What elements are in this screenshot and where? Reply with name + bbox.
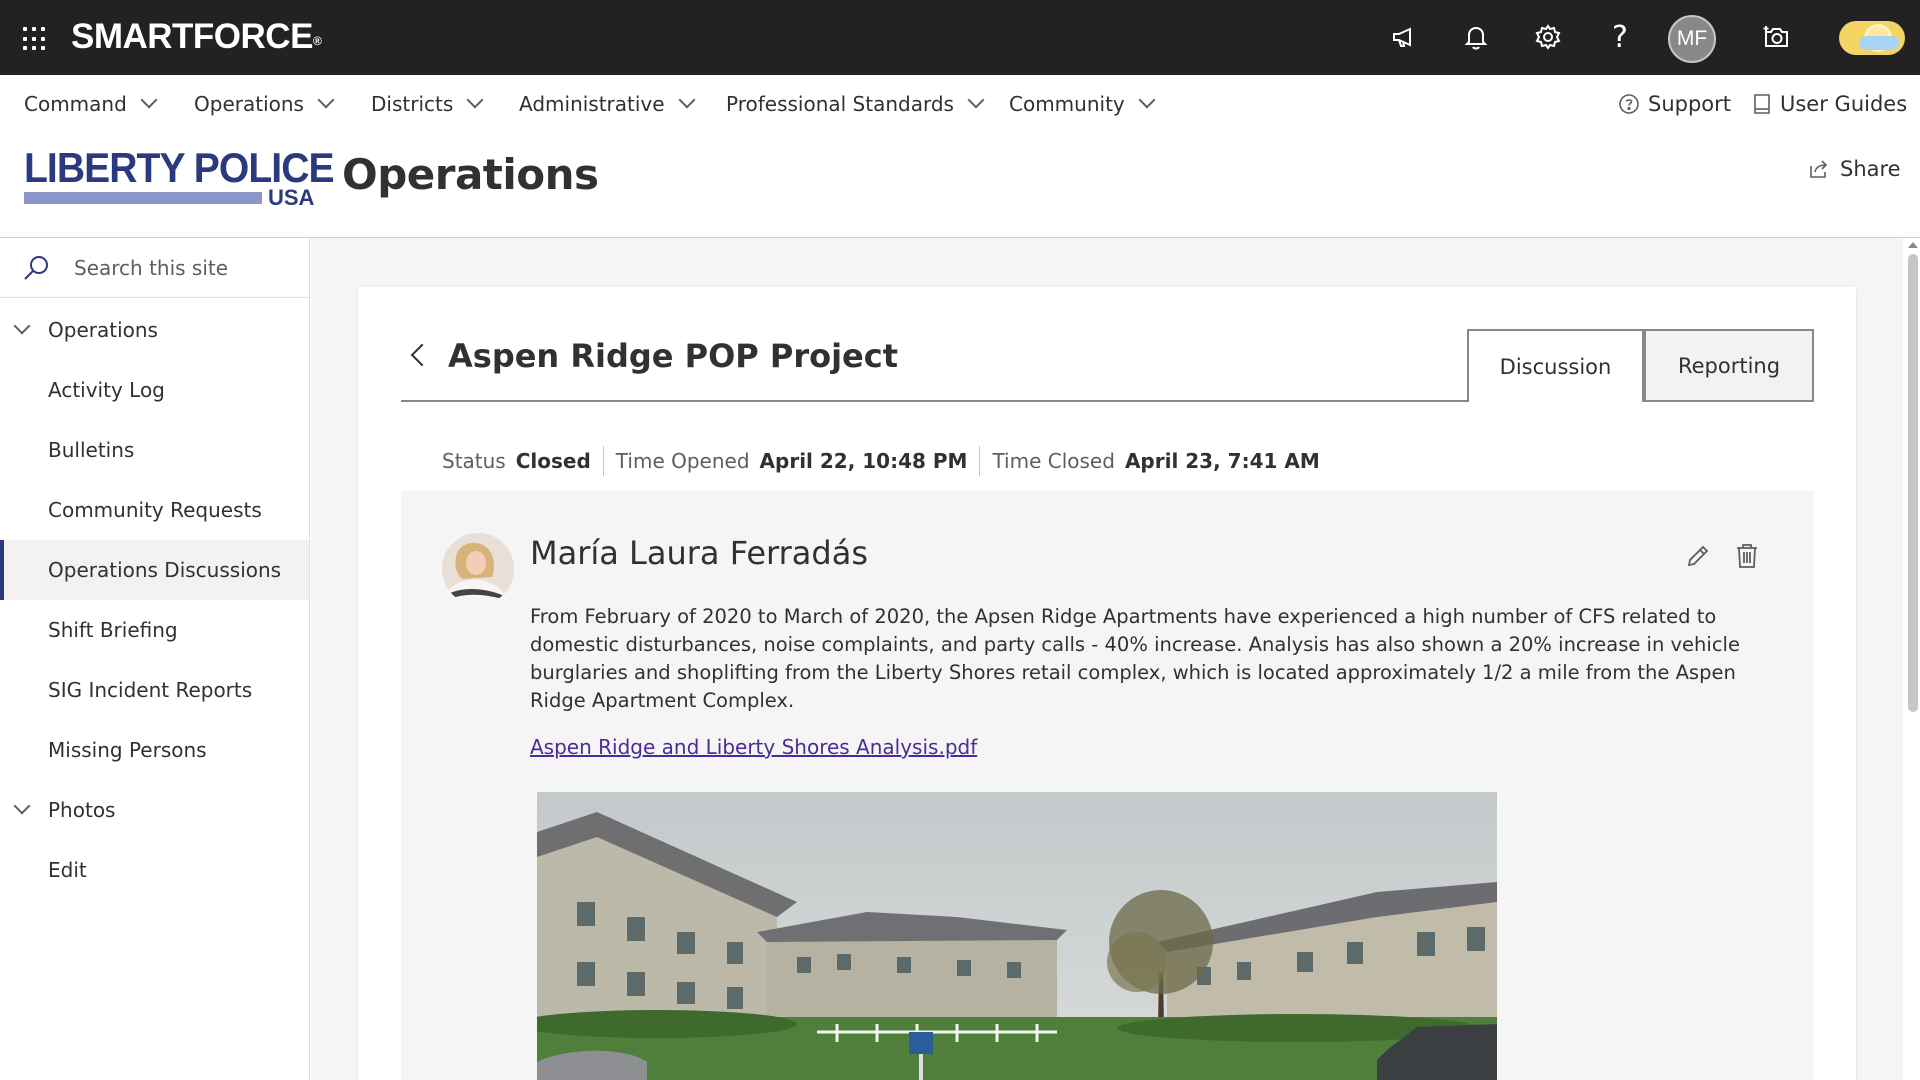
chevron-down-icon [967, 91, 985, 109]
sidebar-item-community-requests[interactable]: Community Requests [0, 480, 309, 540]
tab-discussion[interactable]: Discussion [1467, 329, 1644, 402]
sidebar-item-shift-briefing[interactable]: Shift Briefing [0, 600, 309, 660]
search-input[interactable] [74, 252, 294, 284]
chevron-down-icon[interactable] [13, 317, 31, 335]
help-glyph: ? [1612, 19, 1628, 55]
sidebar-item-label: Photos [48, 798, 116, 822]
sidebar-item-label: Edit [48, 858, 87, 882]
sidebar-item-label: Bulletins [48, 438, 135, 462]
post-image[interactable] [537, 792, 1497, 1080]
chevron-down-icon [466, 91, 484, 109]
waffle-icon[interactable] [23, 27, 47, 51]
sidebar-item-photos[interactable]: Photos [0, 780, 309, 840]
logo-line2: USA [268, 185, 315, 210]
time-closed-value: April 23, 7:41 AM [1124, 449, 1320, 473]
nav-command[interactable]: Command [24, 91, 158, 116]
share-icon [1810, 160, 1828, 178]
theme-toggle-icon[interactable] [1839, 21, 1905, 55]
left-navigation: Operations Activity Log Bulletins Commun… [0, 238, 310, 1080]
nav-label: Professional Standards [726, 92, 954, 116]
edit-icon[interactable] [1684, 542, 1712, 574]
share-button[interactable]: Share [1808, 157, 1901, 181]
nav-professional-standards[interactable]: Professional Standards [726, 91, 985, 116]
meta-separator [602, 446, 604, 476]
search-icon[interactable] [22, 254, 50, 282]
meta-separator [979, 446, 981, 476]
post-author[interactable]: María Laura Ferradás [530, 534, 868, 572]
user-avatar[interactable]: MF [1668, 15, 1716, 63]
share-label: Share [1840, 157, 1901, 181]
nav-label: Districts [371, 92, 454, 116]
post-body: From February of 2020 to March of 2020, … [530, 605, 1740, 712]
scroll-up-arrow[interactable] [1908, 242, 1918, 248]
chevron-down-icon[interactable] [13, 797, 31, 815]
user-guides-label: User Guides [1780, 92, 1908, 116]
nav-districts[interactable]: Districts [371, 91, 484, 116]
nav-community[interactable]: Community [1009, 91, 1156, 116]
sidebar-item-edit[interactable]: Edit [0, 840, 309, 900]
user-guides-link[interactable]: User Guides [1752, 92, 1907, 116]
sidebar-item-label: Operations Discussions [48, 558, 282, 582]
time-closed-label: Time Closed [992, 449, 1115, 473]
help-icon[interactable]: ? [1600, 17, 1640, 57]
discussion-meta: Status Closed Time Opened April 22, 10:4… [442, 446, 1320, 476]
logo-line1: LIBERTY POLICE [24, 144, 335, 191]
chevron-down-icon [1138, 91, 1156, 109]
title-underline [401, 400, 1467, 402]
sidebar-item-label: Operations [48, 318, 158, 342]
top-navigation: Command Operations Districts Administrat… [0, 75, 1920, 135]
sidebar-item-label: Shift Briefing [48, 618, 178, 642]
camera-icon[interactable] [1756, 17, 1796, 57]
megaphone-icon[interactable] [1384, 17, 1424, 57]
book-icon [1754, 94, 1770, 114]
brand-mark: ® [312, 34, 322, 48]
chevron-down-icon [317, 91, 335, 109]
nav-label: Command [24, 92, 127, 116]
page-title: Operations [342, 150, 599, 199]
site-search [0, 238, 309, 298]
scrollbar-thumb[interactable] [1908, 254, 1918, 712]
sidebar-item-sig-incident-reports[interactable]: SIG Incident Reports [0, 660, 309, 720]
sidebar-item-bulletins[interactable]: Bulletins [0, 420, 309, 480]
brand-logo[interactable]: SMARTFORCE® [71, 15, 322, 59]
time-opened-label: Time Opened [615, 449, 750, 473]
discussion-title: Aspen Ridge POP Project [448, 337, 899, 375]
chevron-down-icon [678, 91, 696, 109]
sidebar-item-operations[interactable]: Operations [0, 300, 309, 360]
user-initials: MF [1676, 27, 1708, 50]
tab-label: Discussion [1499, 354, 1612, 379]
support-icon [1619, 94, 1639, 114]
support-label: Support [1648, 92, 1732, 116]
nav-administrative[interactable]: Administrative [519, 91, 696, 116]
sidebar-item-missing-persons[interactable]: Missing Persons [0, 720, 309, 780]
sidebar-item-label: Missing Persons [48, 738, 207, 762]
avatar[interactable] [442, 533, 514, 605]
brand-name: SMARTFORCE [71, 17, 313, 56]
support-link[interactable]: Support [1618, 92, 1731, 116]
gear-icon[interactable] [1528, 17, 1568, 57]
site-logo[interactable]: LIBERTY POLICE USA [24, 144, 335, 211]
bell-icon[interactable] [1456, 17, 1496, 57]
status-label: Status [442, 449, 506, 473]
trash-icon[interactable] [1734, 542, 1760, 574]
tab-reporting[interactable]: Reporting [1644, 329, 1814, 402]
time-opened-value: April 22, 10:48 PM [759, 449, 968, 473]
sidebar-item-activity-log[interactable]: Activity Log [0, 360, 309, 420]
nav-label: Community [1009, 92, 1125, 116]
nav-operations[interactable]: Operations [194, 91, 335, 116]
suite-bar: SMARTFORCE® ? MF [0, 0, 1920, 75]
logo-bar [24, 192, 262, 204]
status-value: Closed [515, 449, 591, 473]
nav-label: Administrative [519, 92, 665, 116]
tab-label: Reporting [1677, 353, 1781, 378]
sidebar-item-label: Community Requests [48, 498, 262, 522]
chevron-down-icon [140, 91, 158, 109]
sidebar-item-label: SIG Incident Reports [48, 678, 253, 702]
nav-label: Operations [194, 92, 304, 116]
attachment-link[interactable]: Aspen Ridge and Liberty Shores Analysis.… [530, 735, 977, 759]
sidebar-item-label: Activity Log [48, 378, 165, 402]
sidebar-item-operations-discussions[interactable]: Operations Discussions [0, 540, 309, 600]
